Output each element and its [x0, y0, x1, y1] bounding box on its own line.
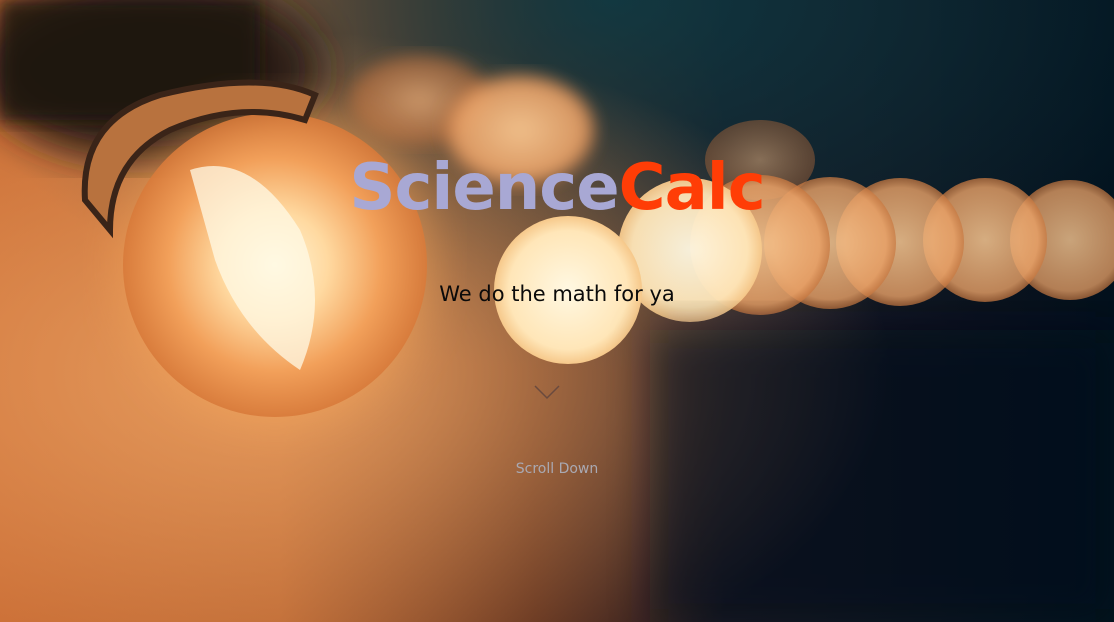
hero-background-image: [0, 0, 1114, 622]
tagline: We do the math for ya: [439, 282, 675, 306]
chevron-down-icon[interactable]: [533, 382, 561, 402]
brand-title-calc: Calc: [618, 151, 766, 225]
hero-section: ScienceCalc We do the math for ya Scroll…: [0, 0, 1114, 622]
brand-title-science: Science: [349, 151, 619, 225]
brand-title: ScienceCalc: [0, 148, 1114, 228]
scroll-down-link[interactable]: Scroll Down: [516, 461, 599, 477]
scroll-down-link-container: Scroll Down: [0, 461, 1114, 477]
